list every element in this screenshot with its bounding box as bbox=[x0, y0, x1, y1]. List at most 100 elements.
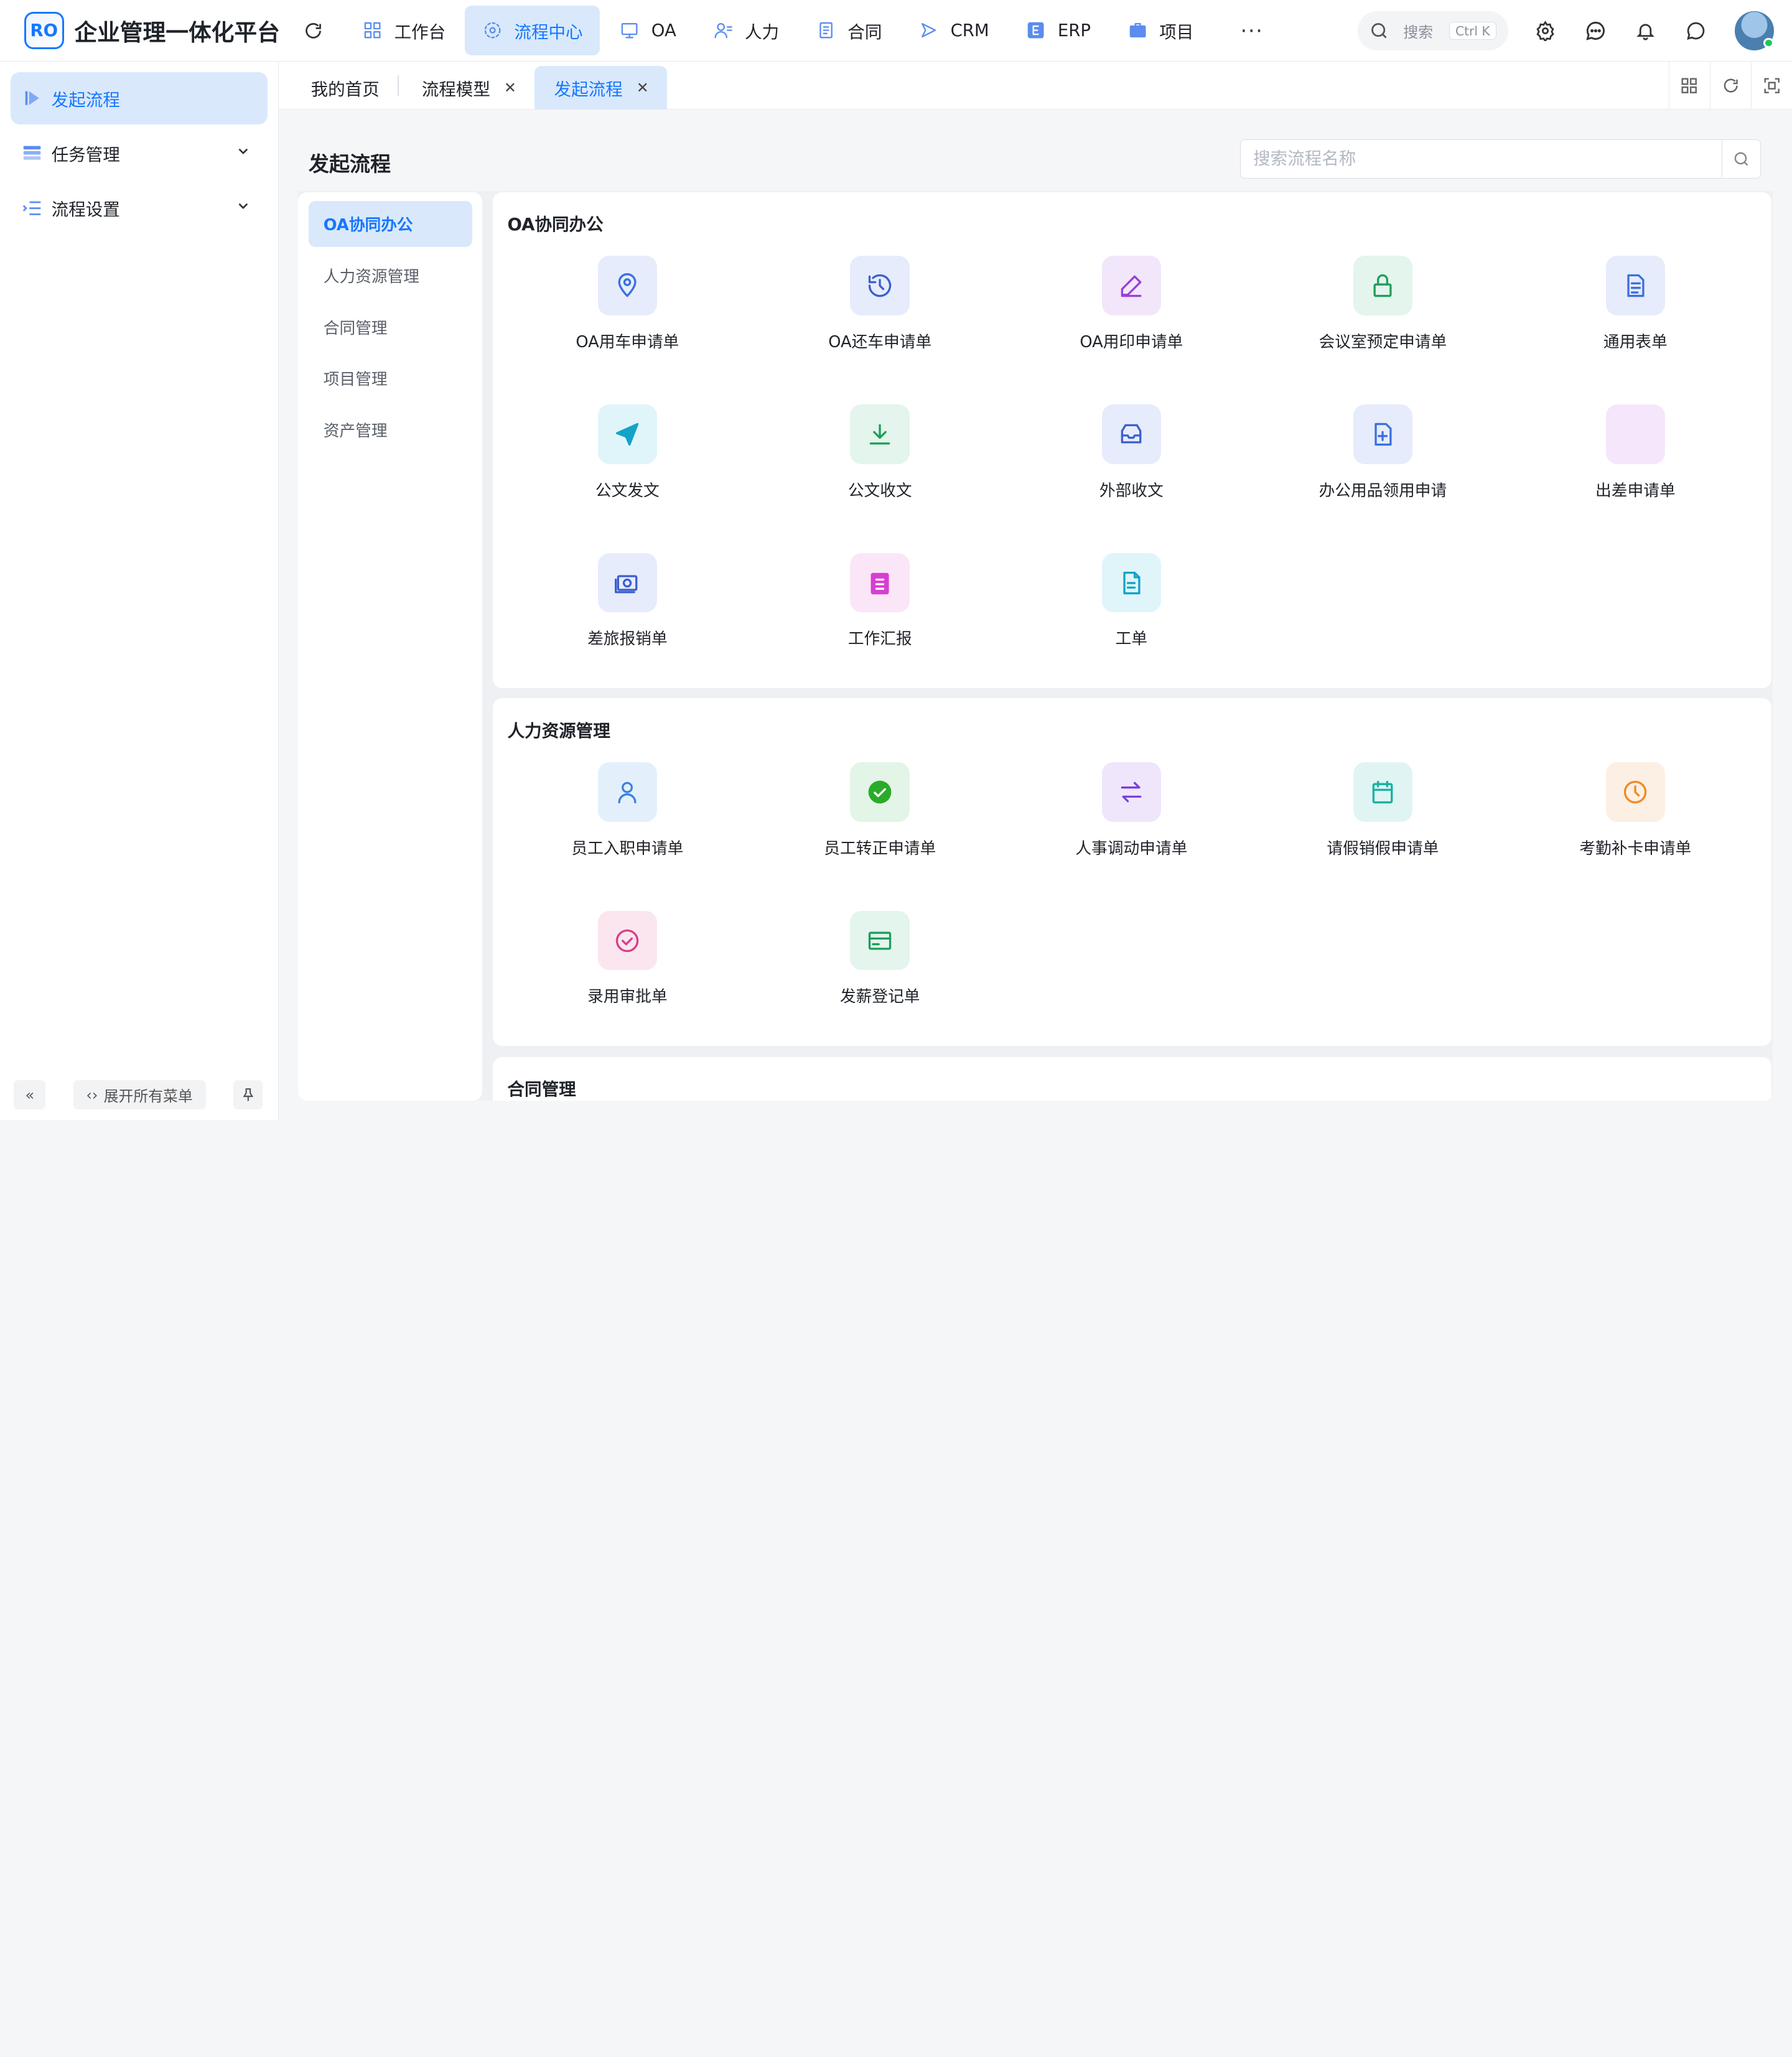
flow-item[interactable]: 通用表单 bbox=[1550, 256, 1722, 370]
history-icon bbox=[850, 256, 910, 315]
search-icon[interactable] bbox=[1721, 140, 1760, 177]
bell-icon[interactable] bbox=[1628, 14, 1663, 48]
topnav-item[interactable]: 项目 bbox=[1110, 6, 1211, 56]
category-item[interactable]: 项目管理 bbox=[309, 355, 472, 401]
flow-label: 请假销假申请单 bbox=[1327, 839, 1439, 858]
download-icon bbox=[850, 404, 910, 464]
pin-icon[interactable] bbox=[233, 1080, 263, 1110]
topnav-item[interactable]: 人力 bbox=[696, 6, 796, 56]
category-item[interactable]: 人力资源管理 bbox=[309, 253, 472, 298]
flow-label: OA用车申请单 bbox=[576, 332, 679, 352]
flow-group-oa: OA协同办公 OA用车申请单 OA还车申请单 OA用印申请单 会议室预定申请单 通用表单… bbox=[492, 192, 1771, 688]
chevron-down-icon bbox=[238, 203, 248, 209]
topnav-label: 工作台 bbox=[394, 22, 446, 43]
flow-label: 差旅报销单 bbox=[587, 630, 668, 649]
flow-item[interactable]: 工作汇报 bbox=[794, 553, 966, 668]
topnav-item[interactable]: ERP bbox=[1009, 6, 1108, 56]
brand[interactable]: RO 企业管理一体化平台 bbox=[24, 11, 281, 50]
sidebar-item-label: 发起流程 bbox=[51, 90, 120, 110]
category-item[interactable]: 资产管理 bbox=[309, 407, 472, 452]
flow-label: OA还车申请单 bbox=[828, 332, 932, 352]
topnav-label: 项目 bbox=[1159, 22, 1194, 43]
grid-icon[interactable] bbox=[1668, 62, 1710, 110]
topnav-label: 合同 bbox=[847, 22, 882, 43]
flow-item[interactable]: 人事调动申请单 bbox=[1046, 762, 1218, 877]
group-title: 人力资源管理 bbox=[507, 721, 610, 741]
flow-label: 出差申请单 bbox=[1595, 481, 1676, 500]
expand-all-menus-button[interactable]: ‹› 展开所有菜单 bbox=[73, 1080, 206, 1110]
brand-logo: RO bbox=[24, 11, 64, 50]
flow-label: 外部收文 bbox=[1099, 481, 1164, 500]
code-icon: ‹› bbox=[86, 1086, 98, 1104]
category-item[interactable]: OA协同办公 bbox=[308, 201, 472, 247]
topnav-item[interactable]: 工作台 bbox=[345, 6, 463, 56]
flow-item[interactable]: 员工转正申请单 bbox=[794, 762, 966, 877]
check-badge-icon bbox=[597, 910, 658, 971]
flow-label: 工作汇报 bbox=[847, 630, 912, 649]
collapse-sidebar-icon[interactable]: « bbox=[14, 1080, 46, 1110]
refresh-icon[interactable] bbox=[1709, 62, 1751, 110]
expand-all-label: 展开所有菜单 bbox=[103, 1088, 193, 1106]
workflow-icon bbox=[482, 21, 503, 41]
project-icon bbox=[1127, 21, 1148, 41]
chevron-down-icon bbox=[238, 148, 248, 154]
card-icon bbox=[850, 910, 910, 971]
flow-item[interactable]: 发薪登记单 bbox=[794, 910, 966, 1025]
message-icon[interactable] bbox=[1679, 14, 1713, 48]
flow-item[interactable]: 工单 bbox=[1046, 553, 1218, 668]
settings-list-icon bbox=[22, 198, 42, 218]
more-icon[interactable]: ··· bbox=[1225, 19, 1279, 43]
flow-item[interactable]: 办公用品领用申请 bbox=[1297, 404, 1469, 519]
sidebar-item-task-management[interactable]: 任务管理 bbox=[11, 127, 268, 179]
topnav-item[interactable]: 流程中心 bbox=[465, 5, 600, 56]
flow-item[interactable]: 出差申请单 bbox=[1550, 404, 1722, 519]
flow-item[interactable]: 公文收文 bbox=[794, 404, 966, 519]
flow-label: OA用印申请单 bbox=[1080, 332, 1183, 352]
calendar-icon bbox=[1353, 762, 1413, 822]
topnav-item[interactable]: CRM bbox=[902, 6, 1007, 56]
flow-item[interactable]: 考勤补卡申请单 bbox=[1550, 762, 1722, 877]
contract-icon bbox=[816, 21, 836, 41]
flow-item[interactable]: 公文发文 bbox=[542, 404, 714, 519]
gear-icon[interactable] bbox=[1528, 14, 1562, 48]
global-search[interactable]: 搜索 Ctrl K bbox=[1357, 11, 1509, 50]
flow-item[interactable]: 录用审批单 bbox=[542, 910, 714, 1025]
group-title: 合同管理 bbox=[507, 1080, 576, 1100]
fullscreen-icon[interactable] bbox=[1750, 62, 1792, 110]
chat-icon[interactable] bbox=[1578, 14, 1612, 48]
flow-item[interactable]: OA用印申请单 bbox=[1046, 256, 1218, 370]
topnav-item[interactable]: OA bbox=[602, 6, 694, 56]
flow-item[interactable]: 员工入职申请单 bbox=[542, 762, 714, 877]
topnav-item[interactable]: 合同 bbox=[798, 6, 899, 56]
topnav-label: OA bbox=[651, 21, 676, 41]
category-panel: OA协同办公 人力资源管理 合同管理项目管理资产管理 bbox=[298, 192, 483, 1101]
flow-item[interactable]: OA还车申请单 bbox=[794, 256, 966, 370]
flow-item[interactable]: OA用车申请单 bbox=[542, 256, 714, 370]
close-icon[interactable]: ✕ bbox=[504, 79, 516, 96]
tab-flow-model[interactable]: 流程模型 ✕ bbox=[399, 66, 534, 110]
send-icon bbox=[597, 404, 658, 464]
page-title: 发起流程 bbox=[308, 151, 391, 176]
close-icon[interactable]: ✕ bbox=[637, 79, 649, 96]
group-title: OA协同办公 bbox=[507, 214, 604, 235]
check-circle-icon bbox=[850, 762, 910, 822]
top-nav: 工作台 流程中心 OA 人力 合同 CRM ERP 项目 bbox=[345, 0, 1213, 62]
tab-home[interactable]: 我的首页 bbox=[279, 66, 398, 110]
crm-icon bbox=[918, 21, 939, 41]
tab-start-flow[interactable]: 发起流程 ✕ bbox=[534, 66, 668, 110]
flow-item[interactable]: 会议室预定申请单 bbox=[1297, 256, 1469, 370]
flow-label: 通用表单 bbox=[1603, 332, 1668, 352]
search-shortcut: Ctrl K bbox=[1449, 21, 1496, 40]
reload-icon[interactable] bbox=[302, 19, 325, 42]
sidebar-item-flow-settings[interactable]: 流程设置 bbox=[11, 182, 268, 234]
sidebar-item-start-flow[interactable]: 发起流程 bbox=[10, 72, 268, 125]
tab-label: 发起流程 bbox=[554, 79, 623, 100]
category-item[interactable]: 合同管理 bbox=[309, 304, 472, 350]
flow-item[interactable]: 请假销假申请单 bbox=[1297, 762, 1469, 877]
flow-item[interactable]: 差旅报销单 bbox=[542, 553, 714, 668]
topnav-label: 流程中心 bbox=[514, 22, 583, 43]
flow-item[interactable]: 外部收文 bbox=[1046, 404, 1218, 519]
topnav-label: CRM bbox=[950, 21, 989, 41]
task-list-icon bbox=[22, 143, 42, 164]
flow-search-input[interactable] bbox=[1240, 140, 1722, 177]
